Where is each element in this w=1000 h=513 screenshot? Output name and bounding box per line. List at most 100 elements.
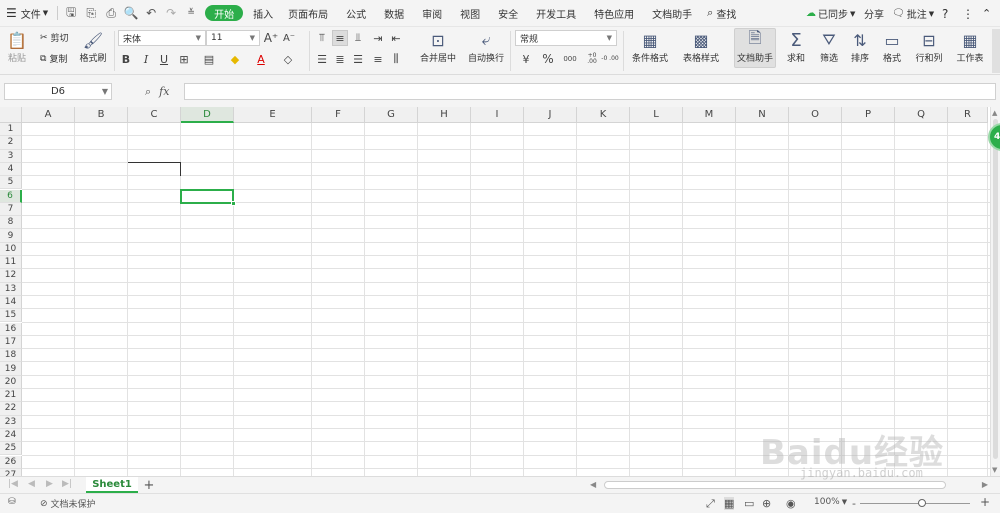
clear-format-icon[interactable]: ◇	[280, 51, 296, 67]
tab-doc-helper[interactable]: 文档助手	[643, 0, 701, 27]
zoom-level[interactable]: 100% ▼	[814, 497, 847, 507]
format-button[interactable]: ▭ 格式	[878, 29, 906, 65]
align-left-icon[interactable]: ☰	[314, 51, 330, 67]
row-header-7[interactable]: 7	[0, 202, 22, 217]
column-header-l[interactable]: L	[630, 107, 683, 123]
select-all-corner[interactable]	[0, 107, 22, 123]
row-header-11[interactable]: 11	[0, 256, 22, 270]
column-header-p[interactable]: P	[842, 107, 895, 123]
font-size-select[interactable]: 11 ▼	[206, 30, 260, 46]
decrease-decimal-icon[interactable]: -0 .00	[600, 51, 620, 67]
tab-insert[interactable]: 插入	[247, 0, 279, 27]
comment-button[interactable]: 🗨 批注 ▼	[892, 0, 934, 27]
undo-icon[interactable]: ↶	[141, 0, 161, 27]
file-menu[interactable]: ☰ 文件 ▼	[0, 0, 54, 27]
row-header-14[interactable]: 14	[0, 295, 22, 310]
cut-button[interactable]: ✂ 剪切	[40, 31, 69, 45]
row-header-13[interactable]: 13	[0, 282, 22, 296]
row-header-3[interactable]: 3	[0, 149, 22, 163]
row-header-17[interactable]: 17	[0, 335, 22, 350]
horizontal-scroll-thumb[interactable]	[604, 481, 946, 489]
zoom-formula-icon[interactable]: ⌕	[145, 85, 151, 99]
zoom-out-icon[interactable]: -	[852, 497, 856, 510]
filter-button[interactable]: ⛛ 筛选	[815, 29, 843, 64]
column-header-c[interactable]: C	[128, 107, 181, 123]
wrap-text-button[interactable]: ⤶ 自动换行	[466, 29, 506, 64]
column-header-q[interactable]: Q	[895, 107, 948, 123]
column-header-n[interactable]: N	[736, 107, 789, 123]
column-header-k[interactable]: K	[577, 107, 630, 123]
row-header-16[interactable]: 16	[0, 322, 22, 336]
print-icon[interactable]: ⎙	[101, 0, 121, 27]
reading-mode-icon[interactable]: ⊕	[762, 497, 771, 510]
font-name-select[interactable]: 宋体 ▼	[118, 30, 206, 46]
row-header-21[interactable]: 21	[0, 389, 22, 403]
column-header-h[interactable]: H	[418, 107, 471, 123]
sort-button[interactable]: ⇅ 排序	[846, 29, 874, 65]
more-options-icon[interactable]: ⋮	[962, 0, 974, 27]
row-header-15[interactable]: 15	[0, 309, 22, 323]
increase-decimal-icon[interactable]: +0 .00	[582, 51, 602, 67]
column-header-g[interactable]: G	[365, 107, 418, 123]
format-painter-button[interactable]: 🖌 格式刷	[78, 29, 108, 65]
horizontal-scrollbar[interactable]: ◀ ▶	[590, 480, 988, 490]
active-cell-d6[interactable]	[180, 188, 234, 204]
increase-font-size-icon[interactable]: A⁺	[263, 30, 279, 46]
worksheet-button[interactable]: ▦ 工作表	[952, 29, 988, 65]
align-right-icon[interactable]: ☰	[350, 51, 366, 67]
export-icon[interactable]: ⎘	[81, 0, 101, 27]
search-button[interactable]: ⌕ 查找	[701, 0, 742, 27]
column-header-m[interactable]: M	[683, 107, 736, 123]
tab-security[interactable]: 安全	[489, 0, 527, 27]
column-header-o[interactable]: O	[789, 107, 842, 123]
sheet-tab-sheet1[interactable]: Sheet1	[86, 477, 138, 493]
eye-protection-icon[interactable]: ◉	[786, 497, 796, 510]
percent-icon[interactable]: %	[540, 51, 556, 67]
column-header-i[interactable]: I	[471, 107, 524, 123]
increase-indent-icon[interactable]: ⇥	[370, 30, 386, 46]
row-header-22[interactable]: 22	[0, 402, 22, 416]
column-header-d[interactable]: D	[181, 107, 234, 123]
number-format-select[interactable]: 常规 ▼	[515, 30, 617, 46]
help-icon[interactable]: ?	[942, 0, 948, 27]
row-header-24[interactable]: 24	[0, 428, 22, 443]
document-protection-status[interactable]: ⊘ 文档未保护	[40, 497, 96, 511]
column-header-j[interactable]: J	[524, 107, 577, 123]
row-header-6[interactable]: 6	[0, 189, 22, 203]
first-sheet-icon[interactable]: |◀	[8, 479, 18, 489]
macro-record-icon[interactable]: ⛁	[8, 497, 16, 507]
thousands-separator-icon[interactable]: 000	[560, 51, 580, 67]
row-header-9[interactable]: 9	[0, 229, 22, 243]
borders-icon[interactable]: ⊞	[176, 51, 192, 67]
name-box[interactable]: D6 ▼	[4, 83, 112, 100]
sum-button[interactable]: Σ 求和	[782, 29, 810, 65]
scroll-right-icon[interactable]: ▶	[982, 480, 988, 489]
fill-color-icon[interactable]: ◆	[227, 51, 243, 67]
row-header-20[interactable]: 20	[0, 375, 22, 389]
row-col-button[interactable]: ⊟ 行和列	[911, 29, 947, 65]
zoom-slider-knob[interactable]	[917, 499, 926, 507]
column-header-a[interactable]: A	[22, 107, 75, 123]
zoom-slider-track[interactable]	[860, 503, 970, 504]
scroll-up-icon[interactable]: ▲	[992, 109, 997, 117]
vertical-scroll-thumb[interactable]	[993, 119, 998, 459]
page-break-view-icon[interactable]: ▭	[744, 497, 754, 510]
tab-page-layout[interactable]: 页面布局	[279, 0, 337, 27]
tab-developer-tools[interactable]: 开发工具	[527, 0, 585, 27]
column-header-e[interactable]: E	[234, 107, 312, 123]
bold-icon[interactable]: B	[118, 51, 134, 67]
fullscreen-icon[interactable]: ⤢	[706, 497, 715, 511]
ribbon-scroll-right[interactable]	[992, 29, 1000, 73]
scroll-left-icon[interactable]: ◀	[590, 480, 596, 489]
row-header-10[interactable]: 10	[0, 242, 22, 256]
fill-handle[interactable]	[231, 200, 236, 206]
formula-input[interactable]	[184, 83, 996, 100]
align-center-icon[interactable]: ≣	[332, 51, 348, 67]
row-header-27[interactable]: 27	[0, 468, 22, 476]
sync-status[interactable]: ☁ 已同步 ▼	[806, 0, 855, 27]
save-icon[interactable]: 🖫	[61, 0, 81, 27]
cell-style-icon[interactable]: ▤	[201, 51, 217, 67]
row-header-18[interactable]: 18	[0, 349, 22, 363]
add-sheet-button[interactable]: +	[142, 477, 156, 493]
conditional-format-button[interactable]: ▦ 条件格式	[627, 29, 673, 65]
